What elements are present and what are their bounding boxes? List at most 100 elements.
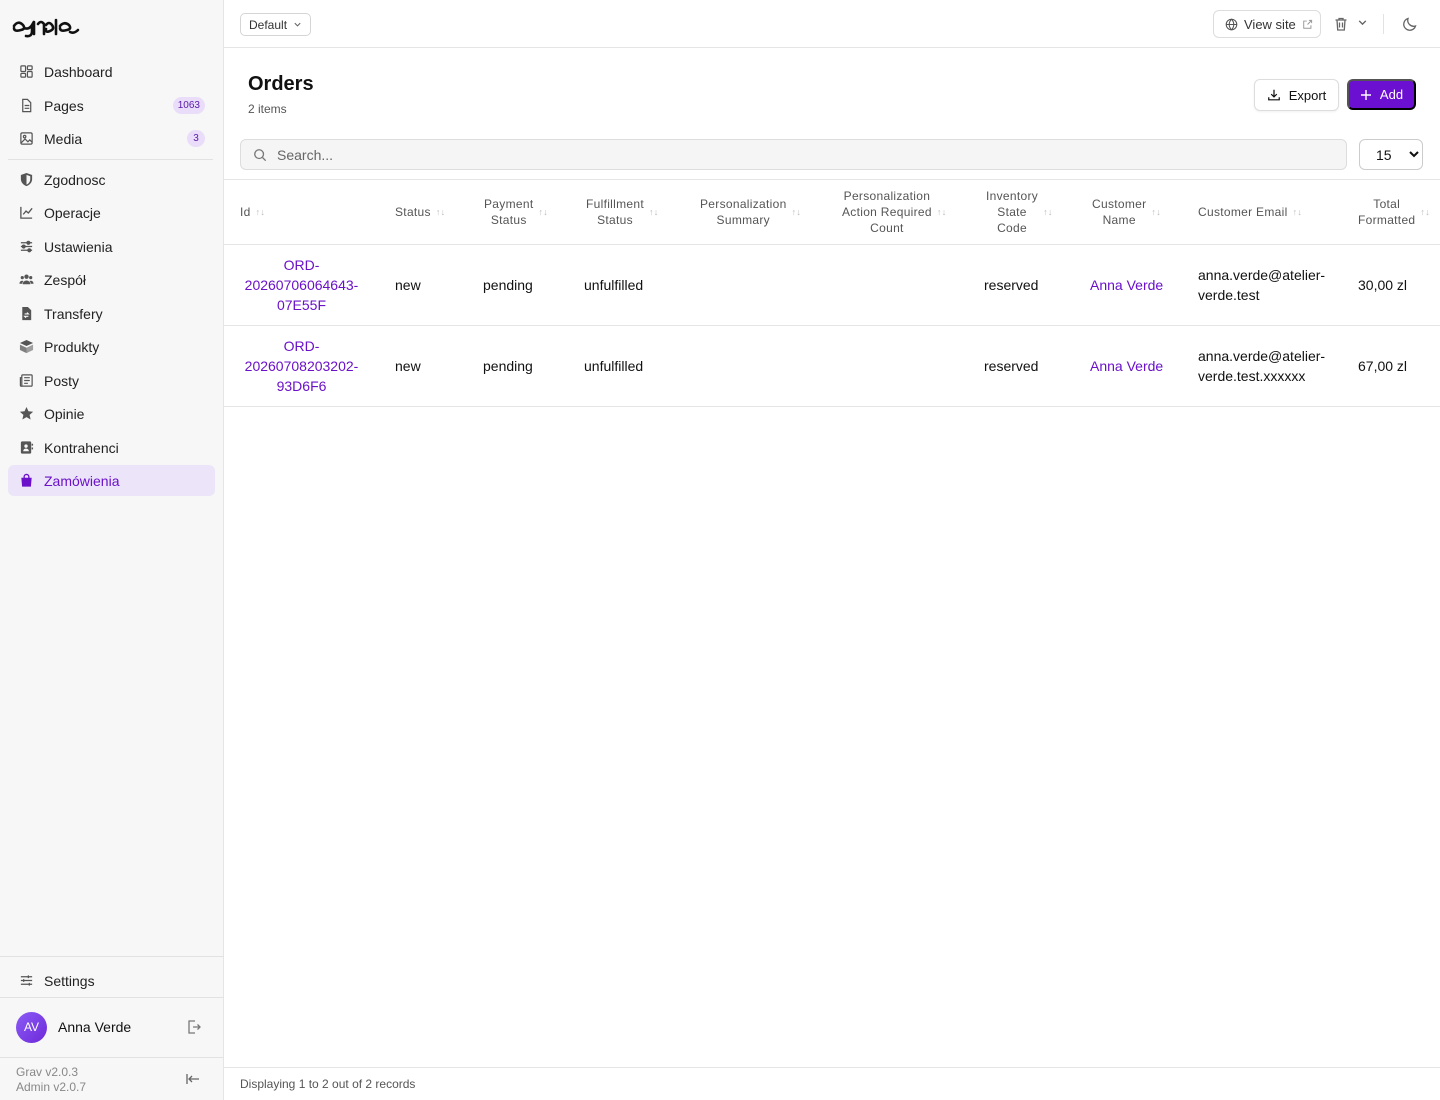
sidebar-item-opinie[interactable]: Opinie	[8, 398, 215, 429]
table-top-border	[224, 179, 1440, 180]
column-header-status[interactable]: Status ↑↓	[395, 204, 445, 220]
customer-name-link[interactable]: Anna Verde	[1090, 275, 1163, 295]
add-button[interactable]: Add	[1347, 79, 1416, 110]
sort-icon: ↑↓	[1420, 207, 1430, 217]
shopping-bag-icon	[18, 473, 34, 489]
contact-card-icon	[18, 440, 34, 456]
media-count-badge: 3	[187, 130, 205, 147]
sidebar-item-label: Zespół	[44, 271, 87, 288]
items-count: 2 items	[248, 102, 287, 116]
payment-status-cell: pending	[483, 358, 533, 374]
newspaper-icon	[18, 373, 34, 389]
header-label: Payment Status	[484, 197, 534, 227]
sidebar-item-label: Settings	[44, 972, 95, 989]
sort-icon: ↑↓	[1043, 207, 1053, 217]
row-divider	[224, 325, 1440, 326]
column-header-inventory-state-code[interactable]: Inventory State Code ↑↓	[986, 188, 1053, 236]
sidebar-item-dashboard[interactable]: Dashboard	[8, 56, 215, 87]
header-label: Inventory State Code	[986, 189, 1039, 235]
status-cell: new	[395, 358, 421, 374]
logout-icon[interactable]	[186, 1019, 202, 1035]
inventory-state-cell: reserved	[984, 277, 1039, 293]
sidebar-item-label: Pages	[44, 97, 84, 114]
sidebar-item-media[interactable]: Media 3	[8, 123, 215, 154]
download-icon	[1267, 89, 1280, 101]
user-profile[interactable]: AV Anna Verde	[16, 1011, 208, 1043]
header-label: Customer Name	[1092, 197, 1147, 227]
page-title: Orders	[248, 73, 314, 95]
customer-email-cell: anna.verde@atelier-verde.test.xxxxxx	[1198, 348, 1326, 384]
sliders-icon	[18, 973, 34, 989]
sidebar-item-zespol[interactable]: Zespół	[8, 264, 215, 295]
column-header-personalization-action-required-count[interactable]: Personalization Action Required Count ↑↓	[842, 188, 947, 236]
search-icon	[254, 148, 267, 161]
inventory-state-cell: reserved	[984, 358, 1039, 374]
admin-version: Admin v2.0.7	[16, 1080, 87, 1094]
sidebar-divider	[0, 1057, 224, 1058]
external-link-icon	[1303, 19, 1312, 29]
environment-select[interactable]: Default	[240, 13, 312, 36]
sidebar-item-transfery[interactable]: Transfery	[8, 298, 215, 329]
header-label: Personalization Action Required Count	[842, 189, 932, 235]
trash-icon[interactable]	[1333, 16, 1349, 32]
sort-icon: ↑↓	[791, 207, 802, 217]
sidebar-item-zamowienia[interactable]: Zamówienia	[8, 465, 215, 496]
header-label: Status	[395, 205, 431, 219]
status-cell: new	[395, 277, 421, 293]
sidebar-item-pages[interactable]: Pages 1063	[8, 90, 215, 121]
payment-status-cell: pending	[483, 277, 533, 293]
sidebar-divider	[0, 997, 224, 998]
sidebar-item-zgodnosc[interactable]: Zgodnosc	[8, 164, 215, 195]
header-label: Customer Email	[1198, 205, 1288, 219]
sidebar-item-label: Ustawienia	[44, 238, 113, 255]
nav-divider	[8, 159, 213, 160]
sidebar: Dashboard Pages 1063 Media 3 Zgodnosc Op…	[0, 0, 224, 1100]
sidebar-item-label: Transfery	[44, 305, 103, 322]
sort-icon: ↑↓	[1292, 207, 1303, 217]
sidebar-item-kontrahenci[interactable]: Kontrahenci	[8, 432, 215, 463]
sidebar-item-produkty[interactable]: Produkty	[8, 331, 215, 362]
customer-name-link[interactable]: Anna Verde	[1090, 356, 1163, 376]
globe-icon	[1225, 17, 1238, 31]
sidebar-divider	[0, 956, 224, 957]
sliders-icon	[18, 239, 34, 255]
sort-icon: ↑↓	[538, 207, 549, 217]
view-site-label: View site	[1244, 16, 1296, 32]
column-header-customer-name[interactable]: Customer Name ↑↓	[1092, 196, 1161, 228]
avatar: AV	[16, 1011, 47, 1043]
view-site-button[interactable]: View site	[1213, 10, 1321, 38]
header-label: Total Formatted	[1358, 197, 1416, 227]
pages-count-badge: 1063	[172, 97, 205, 114]
version-info: Grav v2.0.3 Admin v2.0.7	[16, 1065, 86, 1095]
sidebar-item-ustawienia[interactable]: Ustawienia	[8, 231, 215, 262]
sidebar-item-posty[interactable]: Posty	[8, 365, 215, 396]
logo[interactable]	[12, 12, 80, 38]
row-divider	[224, 406, 1440, 407]
row-divider	[224, 244, 1440, 245]
sort-icon: ↑↓	[1151, 207, 1162, 217]
order-id-link[interactable]: ORD- 20260706064643- 07E55F	[240, 255, 363, 315]
column-header-total-formatted[interactable]: Total Formatted ↑↓	[1358, 196, 1430, 228]
sidebar-item-label: Dashboard	[44, 63, 113, 80]
add-label: Add	[1379, 87, 1404, 102]
column-header-personalization-summary[interactable]: Personalization Summary ↑↓	[700, 196, 801, 228]
column-header-id[interactable]: Id ↑↓	[240, 204, 265, 220]
header-label: Fulfillment Status	[586, 197, 644, 227]
pagination-summary: Displaying 1 to 2 out of 2 records	[240, 1077, 416, 1091]
collapse-sidebar-icon[interactable]	[185, 1071, 201, 1087]
per-page-select[interactable]: 15	[1359, 139, 1423, 170]
users-icon	[18, 272, 34, 288]
chevron-down-icon[interactable]	[1357, 17, 1368, 28]
column-header-payment-status[interactable]: Payment Status ↑↓	[484, 196, 548, 228]
search-input[interactable]	[277, 146, 1277, 163]
sidebar-item-settings[interactable]: Settings	[8, 965, 215, 996]
sort-icon: ↑↓	[648, 207, 659, 217]
moon-icon[interactable]	[1402, 16, 1418, 32]
column-header-customer-email[interactable]: Customer Email ↑↓	[1198, 204, 1302, 220]
sidebar-item-operacje[interactable]: Operacje	[8, 197, 215, 228]
export-button[interactable]: Export	[1254, 79, 1339, 111]
order-id-link[interactable]: ORD- 20260708203202- 93D6F6	[240, 336, 363, 396]
topbar-divider	[1383, 14, 1384, 34]
column-header-fulfillment-status[interactable]: Fulfillment Status ↑↓	[586, 196, 659, 228]
header-label: Personalization Summary	[700, 197, 787, 227]
